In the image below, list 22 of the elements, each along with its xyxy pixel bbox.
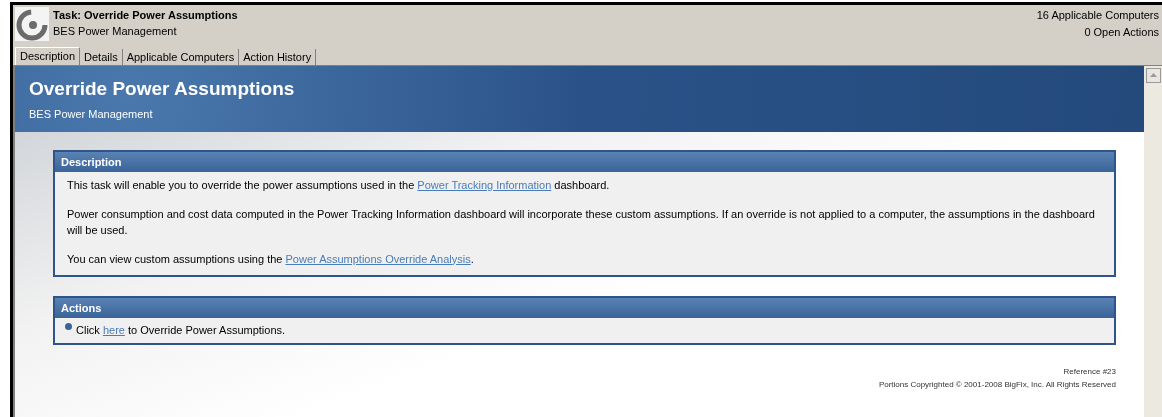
tab[interactable]: Description <box>15 47 81 65</box>
reference-number: Reference #23 <box>1063 365 1116 378</box>
link[interactable]: Power Assumptions Override Analysis <box>285 252 471 265</box>
paragraph: This task will enable you to override the power assumptions used in the Power Tracking Information dashboard. <box>67 178 611 193</box>
action-text: Click here to Override Power Assumptions. <box>76 323 286 338</box>
page-subtitle: BES Power Management <box>29 106 154 122</box>
copyright-notice: Portions Copyrighted © 2001-2008 BigFix, Inc. All Rights Reserved <box>878 378 1116 391</box>
task-title: Task: Override Power Assumptions <box>53 8 238 23</box>
panel-title: Description <box>61 154 122 170</box>
link[interactable]: Power Tracking Information <box>417 179 552 191</box>
paragraph: You can view custom assumptions using the Power Assumptions Override Analysis. <box>67 251 475 267</box>
paragraph: Power consumption and cost data computed in the Power Tracking Information dashboard will incorporate these custom assumptions. If an override is not applied to a computer, the assumptions in the dashboard will be used. <box>67 206 1096 238</box>
count-label: 16 Applicable Computers <box>1036 8 1159 23</box>
logo-icon <box>15 7 49 41</box>
scroll-up-icon[interactable] <box>1145 68 1161 83</box>
panel-title: Actions <box>61 300 102 316</box>
scrollbar[interactable] <box>1144 66 1162 417</box>
task-subtitle: BES Power Management <box>53 24 178 39</box>
page-title: Override Power Assumptions <box>29 76 296 101</box>
count-label: 0 Open Actions <box>1084 25 1159 40</box>
link[interactable]: here <box>102 324 125 336</box>
bullet-icon <box>65 323 72 330</box>
